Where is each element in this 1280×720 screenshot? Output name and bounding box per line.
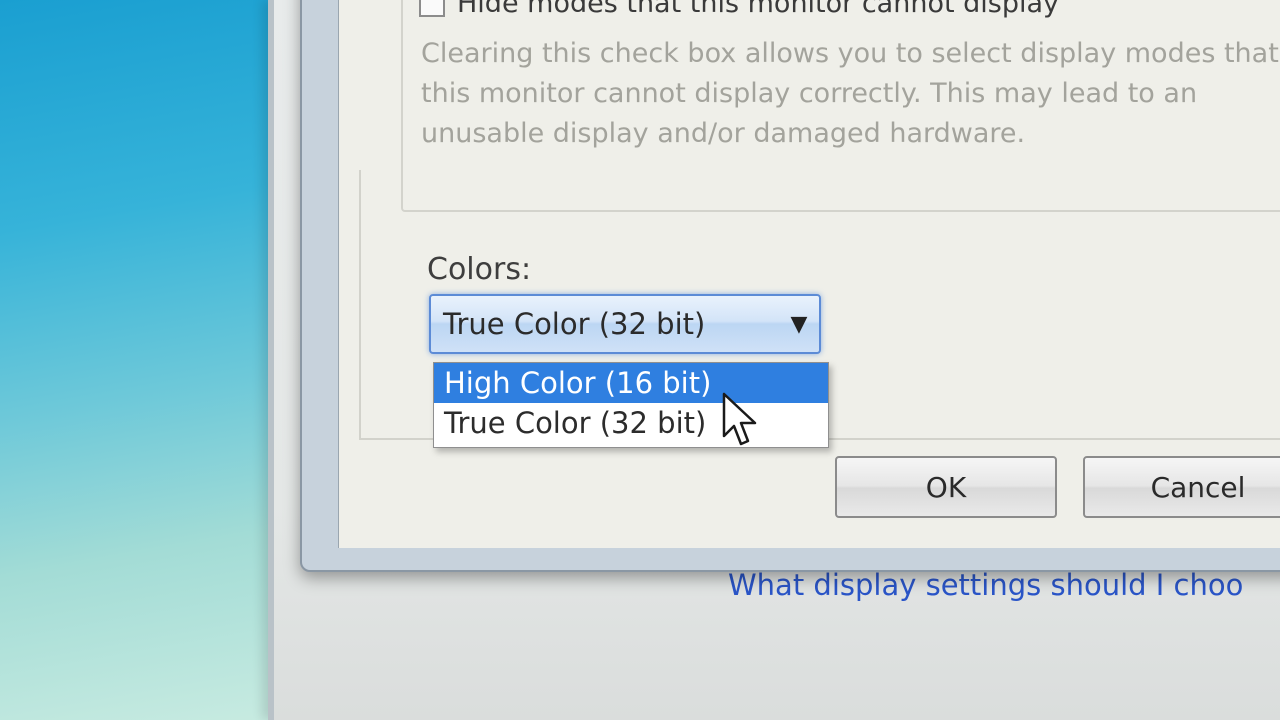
colors-select[interactable]: True Color (32 bit) ▼	[429, 294, 821, 354]
mouse-cursor-icon	[722, 392, 757, 446]
colors-select-value: True Color (32 bit)	[443, 307, 706, 341]
ok-button[interactable]: OK	[835, 456, 1057, 518]
colors-label: Colors:	[427, 252, 532, 287]
monitor-settings-dialog: Hide modes that this monitor cannot disp…	[300, 0, 1280, 572]
warning-text: Clearing this check box allows you to se…	[421, 38, 1279, 149]
chevron-down-icon[interactable]: ▼	[779, 312, 819, 337]
hide-modes-row: Hide modes that this monitor cannot disp…	[419, 0, 1059, 19]
display-settings-help-link[interactable]: What display settings should I choo	[728, 568, 1243, 602]
hide-modes-checkbox-label: Hide modes that this monitor cannot disp…	[457, 0, 1060, 19]
hide-modes-checkbox[interactable]	[419, 0, 445, 17]
dialog-body: Hide modes that this monitor cannot disp…	[338, 0, 1280, 548]
colors-dropdown-list: High Color (16 bit) True Color (32 bit)	[433, 362, 829, 448]
cancel-button[interactable]: Cancel	[1083, 456, 1280, 518]
colors-option-true-color[interactable]: True Color (32 bit)	[434, 403, 828, 443]
colors-option-high-color[interactable]: High Color (16 bit)	[434, 363, 828, 403]
desktop-wallpaper	[0, 0, 300, 720]
